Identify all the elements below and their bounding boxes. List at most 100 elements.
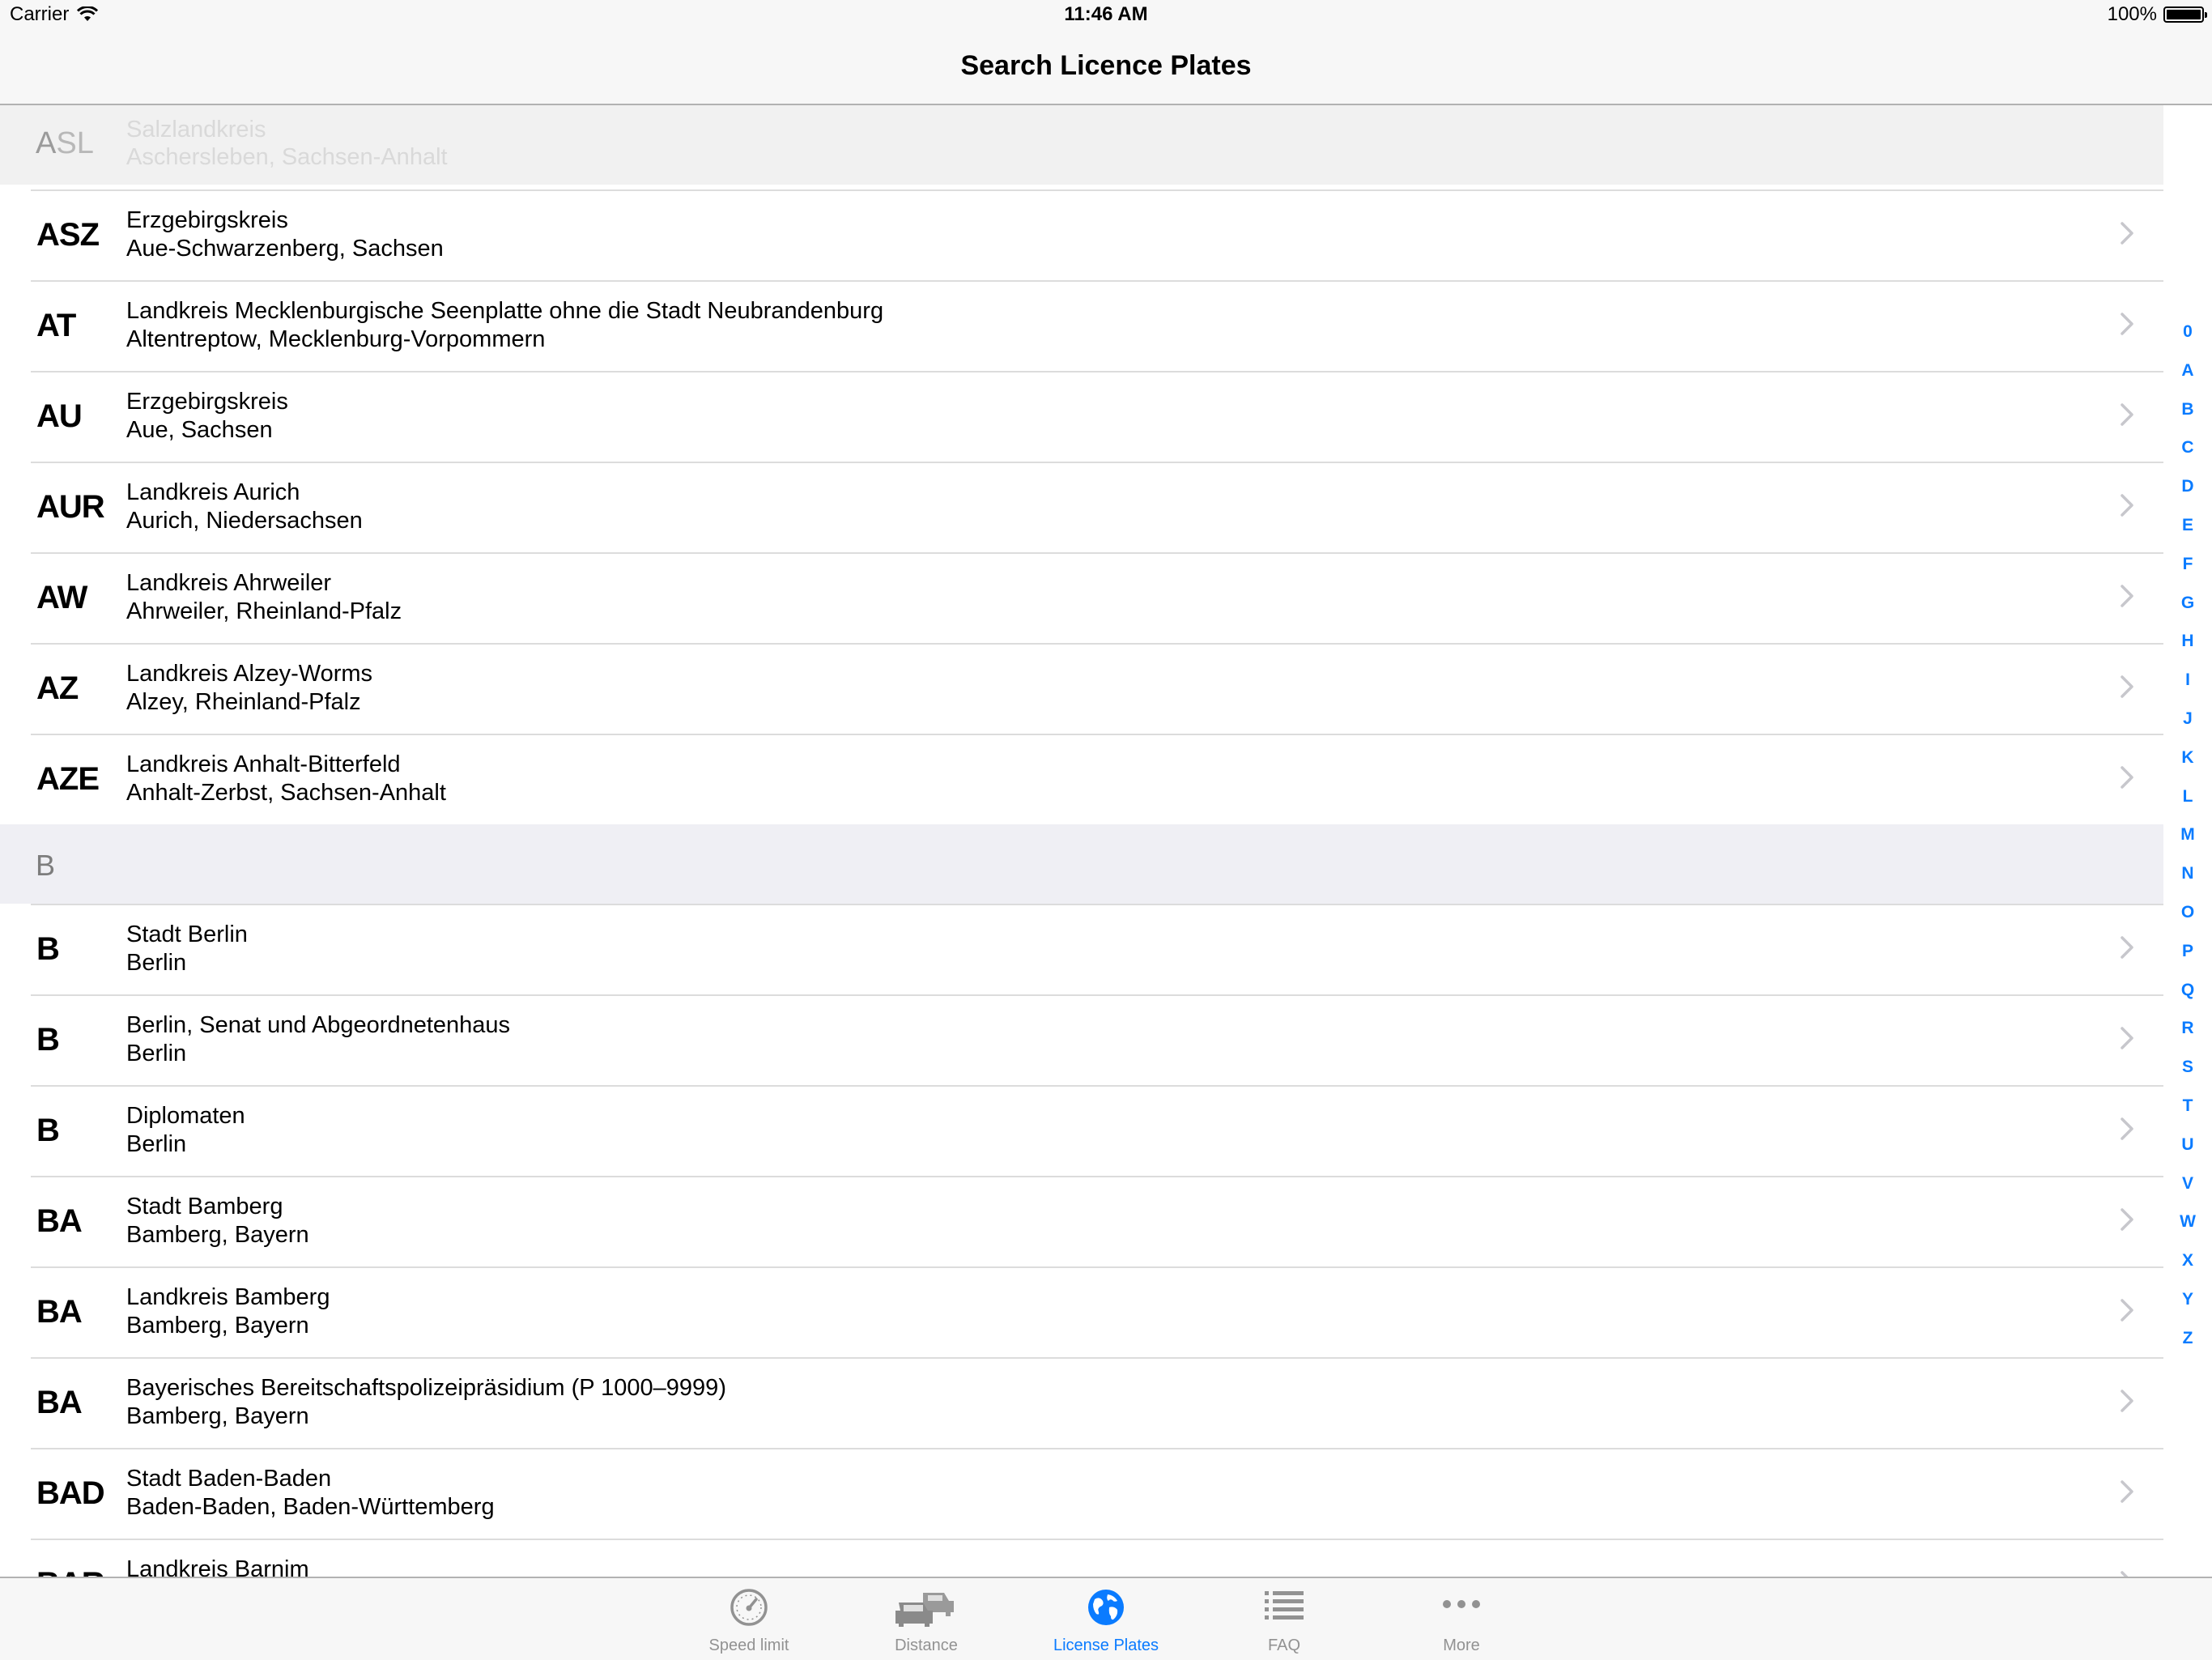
battery-icon — [2163, 6, 2207, 23]
speedometer-icon — [730, 1589, 768, 1626]
tab-label: Speed limit — [708, 1637, 789, 1654]
list-item[interactable]: B Stadt Berlin Berlin — [0, 904, 2163, 994]
list-item[interactable]: BA Stadt Bamberg Bamberg, Bayern — [0, 1176, 2163, 1266]
plate-code: AZE — [36, 761, 100, 797]
plate-code: AU — [36, 398, 83, 434]
index-letter[interactable]: X — [2163, 1251, 2212, 1290]
plate-code: ASL — [36, 126, 94, 160]
tab-label: License Plates — [1053, 1637, 1159, 1654]
chevron-right-icon — [2121, 1208, 2133, 1231]
index-letter[interactable]: F — [2163, 555, 2212, 594]
list-item[interactable]: B Diplomaten Berlin — [0, 1085, 2163, 1176]
list-item[interactable]: BAD Stadt Baden-Baden Baden-Baden, Baden-W… — [0, 1448, 2163, 1539]
index-letter[interactable]: E — [2163, 516, 2212, 555]
index-letter[interactable]: K — [2163, 748, 2212, 787]
region-name: Landkreis Anhalt-Bitterfeld — [126, 751, 401, 777]
region-place: Aschersleben, Sachsen-Anhalt — [126, 144, 448, 170]
plate-code: BAR — [36, 1566, 105, 1577]
list-item[interactable]: AU Erzgebirgskreis Aue, Sachsen — [0, 371, 2163, 462]
tab-license-plates[interactable]: License Plates — [1033, 1578, 1179, 1660]
region-place: Ahrweiler, Rheinland-Pfalz — [126, 598, 402, 624]
region-place: Aue-Schwarzenberg, Sachsen — [126, 236, 444, 262]
row-separator — [31, 904, 2163, 905]
chevron-right-icon — [2121, 585, 2133, 607]
plate-code: ASZ — [36, 217, 100, 253]
chevron-right-icon — [2121, 494, 2133, 517]
tab-more[interactable]: More — [1389, 1578, 1534, 1660]
index-letter[interactable]: P — [2163, 942, 2212, 981]
index-letter[interactable]: D — [2163, 477, 2212, 516]
list-item[interactable]: AT Landkreis Mecklenburgische Seenplatte … — [0, 280, 2163, 371]
region-name: Landkreis Alzey-Worms — [126, 661, 373, 687]
plate-code: B — [36, 931, 60, 967]
index-letter[interactable]: U — [2163, 1135, 2212, 1174]
index-letter[interactable]: 0 — [2163, 322, 2212, 361]
index-letter[interactable]: I — [2163, 670, 2212, 709]
plate-code: B — [36, 1113, 60, 1148]
row-separator — [31, 994, 2163, 996]
globe-icon — [1088, 1590, 1124, 1625]
index-letter[interactable]: S — [2163, 1058, 2212, 1096]
row-separator — [31, 371, 2163, 372]
plate-code: AW — [36, 580, 87, 615]
index-letter[interactable]: J — [2163, 709, 2212, 748]
index-letter[interactable]: H — [2163, 632, 2212, 670]
index-letter[interactable]: A — [2163, 361, 2212, 400]
list-item-faded[interactable]: ASL Salzlandkreis Aschersleben, Sachsen-… — [0, 105, 2163, 185]
region-name: Erzgebirgskreis — [126, 207, 288, 233]
region-name: Salzlandkreis — [126, 117, 266, 143]
list-icon — [1265, 1591, 1304, 1620]
index-letter[interactable]: V — [2163, 1174, 2212, 1213]
cars-icon — [895, 1593, 954, 1627]
tab-distance[interactable]: Distance — [853, 1578, 999, 1660]
tab-label: More — [1443, 1637, 1480, 1654]
plates-list[interactable]: ASL Salzlandkreis Aschersleben, Sachsen-… — [0, 105, 2163, 1577]
index-letter[interactable]: R — [2163, 1019, 2212, 1058]
list-item[interactable]: AZ Landkreis Alzey-Worms Alzey, Rheinland-… — [0, 643, 2163, 734]
region-name: Stadt Baden-Baden — [126, 1466, 332, 1492]
index-letter[interactable]: M — [2163, 825, 2212, 864]
chevron-right-icon — [2121, 936, 2133, 959]
region-place: Alzey, Rheinland-Pfalz — [126, 689, 361, 715]
index-letter[interactable]: L — [2163, 787, 2212, 826]
list-item[interactable]: AZE Landkreis Anhalt-Bitterfeld Anhalt-Zer… — [0, 734, 2163, 824]
list-item[interactable]: B Berlin, Senat und Abgeordnetenhaus Berli… — [0, 994, 2163, 1085]
list-item[interactable]: AW Landkreis Ahrweiler Ahrweiler, Rheinlan… — [0, 552, 2163, 643]
chevron-right-icon — [2121, 222, 2133, 245]
list-item[interactable]: AUR Landkreis Aurich Aurich, Niedersachsen — [0, 462, 2163, 552]
chevron-right-icon — [2121, 1390, 2133, 1412]
section-header-b: B — [0, 824, 2163, 904]
index-letter[interactable]: G — [2163, 594, 2212, 632]
index-letter[interactable]: C — [2163, 438, 2212, 477]
region-place: Altentreptow, Mecklenburg-Vorpommern — [126, 326, 546, 352]
navigation-bar: Carrier 11:46 AM 100% Search Licence Pla… — [0, 0, 2212, 105]
index-letter[interactable]: N — [2163, 864, 2212, 903]
row-separator — [31, 1357, 2163, 1359]
row-separator — [31, 1085, 2163, 1087]
region-name: Landkreis Aurich — [126, 479, 300, 505]
plate-code: BA — [36, 1203, 83, 1239]
chevron-right-icon — [2121, 1117, 2133, 1140]
tab-speed-limit[interactable]: Speed limit — [676, 1578, 822, 1660]
chevron-right-icon — [2121, 1299, 2133, 1322]
index-letter[interactable]: Y — [2163, 1290, 2212, 1329]
index-letter[interactable]: Q — [2163, 981, 2212, 1019]
region-name: Landkreis Bamberg — [126, 1284, 330, 1310]
region-name: Diplomaten — [126, 1103, 245, 1129]
list-item[interactable]: ASZ Erzgebirgskreis Aue-Schwarzenberg, Sac… — [0, 189, 2163, 280]
tab-faq[interactable]: FAQ — [1211, 1578, 1357, 1660]
index-letter[interactable]: T — [2163, 1096, 2212, 1135]
row-separator — [31, 552, 2163, 554]
list-item[interactable]: BA Landkreis Bamberg Bamberg, Bayern — [0, 1266, 2163, 1357]
more-icon — [1443, 1600, 1480, 1608]
list-item[interactable]: BA Bayerisches Bereitschaftspolizeipräsid… — [0, 1357, 2163, 1448]
region-place: Bamberg, Bayern — [126, 1313, 309, 1339]
section-index[interactable]: 0ABCDEFGHIJKLMNOPQRSTUVWXYZ — [2163, 322, 2212, 1368]
index-letter[interactable]: Z — [2163, 1329, 2212, 1368]
status-battery: 100% — [2108, 3, 2207, 26]
region-place: Bamberg, Bayern — [126, 1222, 309, 1248]
index-letter[interactable]: W — [2163, 1212, 2212, 1251]
index-letter[interactable]: B — [2163, 400, 2212, 439]
index-letter[interactable]: O — [2163, 903, 2212, 942]
list-item[interactable]: BAR Landkreis Barnim — [0, 1539, 2163, 1577]
